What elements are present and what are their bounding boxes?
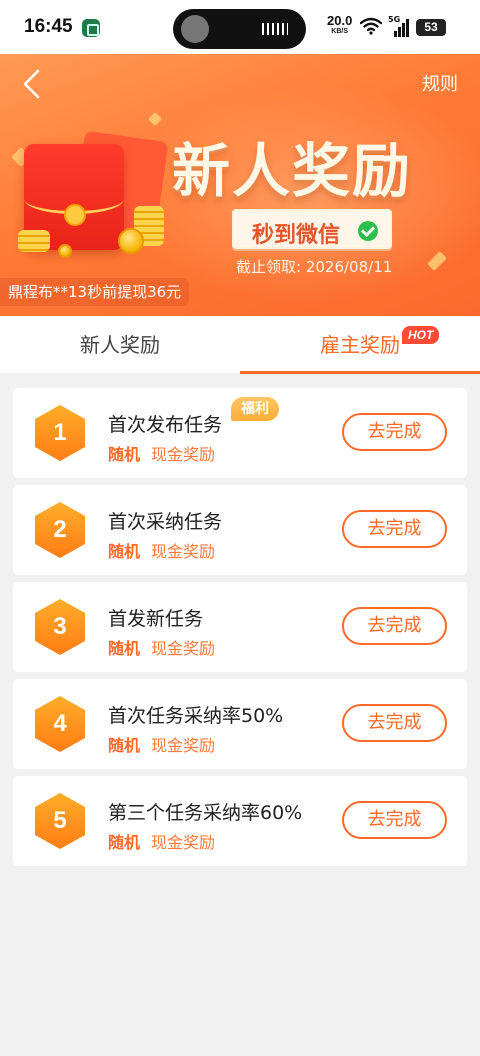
complete-task-button[interactable]: 去完成	[342, 413, 447, 451]
task-card: 5 第三个任务采纳率60% 随机 现金奖励 去完成	[13, 776, 467, 866]
task-card: 4 首次任务采纳率50% 随机 现金奖励 去完成	[13, 679, 467, 769]
app-notification-icon	[82, 19, 100, 37]
reward-label: 现金奖励	[151, 833, 216, 852]
complete-task-button[interactable]: 去完成	[342, 510, 447, 548]
hexagon-number-icon: 2	[35, 502, 85, 558]
banner-title: 新人奖励	[172, 137, 413, 205]
task-title: 首次任务采纳率50%	[108, 705, 284, 727]
hot-badge: HOT	[402, 326, 440, 344]
wechat-payout-badge: 秒到微信	[232, 209, 392, 249]
reward-type: 随机	[108, 833, 141, 852]
reward-tabs: 新人奖励 雇主奖励 HOT	[0, 316, 480, 374]
battery-icon: 53	[416, 19, 446, 36]
hexagon-number-icon: 3	[35, 599, 85, 655]
reward-label: 现金奖励	[151, 445, 216, 464]
wechat-payout-text: 秒到微信	[252, 223, 341, 248]
claim-deadline: 截止领取: 2026/08/11	[236, 258, 393, 276]
reward-label: 现金奖励	[151, 639, 216, 658]
task-card: 3 首发新任务 随机 现金奖励 去完成	[13, 582, 467, 672]
reward-type: 随机	[108, 542, 141, 561]
task-title: 首发新任务	[108, 608, 204, 630]
hexagon-number-icon: 4	[35, 696, 85, 752]
task-title: 首次采纳任务	[108, 511, 223, 533]
cellular-signal-icon: 5G	[388, 15, 410, 37]
wifi-icon	[360, 17, 382, 35]
hexagon-number-icon: 1	[35, 405, 85, 461]
network-speed-unit: KB/S	[331, 28, 349, 35]
back-chevron-icon[interactable]	[18, 68, 46, 100]
rules-link[interactable]: 规则	[422, 70, 458, 96]
task-card: 2 首次采纳任务 随机 现金奖励 去完成	[13, 485, 467, 575]
status-time: 16:45	[24, 16, 73, 37]
complete-task-button[interactable]: 去完成	[342, 704, 447, 742]
signal-type-label: 5G	[388, 15, 401, 24]
network-speed-value: 20.0	[327, 13, 353, 28]
welfare-badge: 福利	[231, 397, 279, 421]
media-cover-icon	[181, 15, 209, 43]
dynamic-island[interactable]	[173, 9, 306, 49]
reward-type: 随机	[108, 639, 141, 658]
task-title: 首次发布任务	[108, 414, 223, 436]
reward-type: 随机	[108, 736, 141, 755]
withdraw-ticker: 鼎程布**13秒前提现36元	[0, 278, 190, 306]
new-user-reward-banner: 规则 新人奖励 秒到微信 截止领取: 2026/08/11 鼎程布**13秒前提…	[0, 54, 480, 316]
hexagon-number-icon: 5	[35, 793, 85, 849]
tab-new-user-reward[interactable]: 新人奖励	[0, 316, 240, 374]
reward-label: 现金奖励	[151, 736, 216, 755]
status-bar: 16:45 20.0 KB/S 5G 53	[0, 0, 480, 54]
reward-type: 随机	[108, 445, 141, 464]
tab-employer-reward[interactable]: 雇主奖励	[240, 316, 480, 374]
audio-wave-icon	[262, 23, 288, 35]
network-speed: 20.0 KB/S	[327, 13, 353, 36]
task-list: 1 首次发布任务 福利 随机 现金奖励 去完成 2 首次采纳任务 随机 现金奖励…	[13, 388, 467, 873]
task-card: 1 首次发布任务 福利 随机 现金奖励 去完成	[13, 388, 467, 478]
complete-task-button[interactable]: 去完成	[342, 607, 447, 645]
task-title: 第三个任务采纳率60%	[108, 802, 303, 824]
reward-label: 现金奖励	[151, 542, 216, 561]
check-circle-icon	[358, 221, 378, 241]
active-tab-indicator	[240, 371, 480, 374]
complete-task-button[interactable]: 去完成	[342, 801, 447, 839]
